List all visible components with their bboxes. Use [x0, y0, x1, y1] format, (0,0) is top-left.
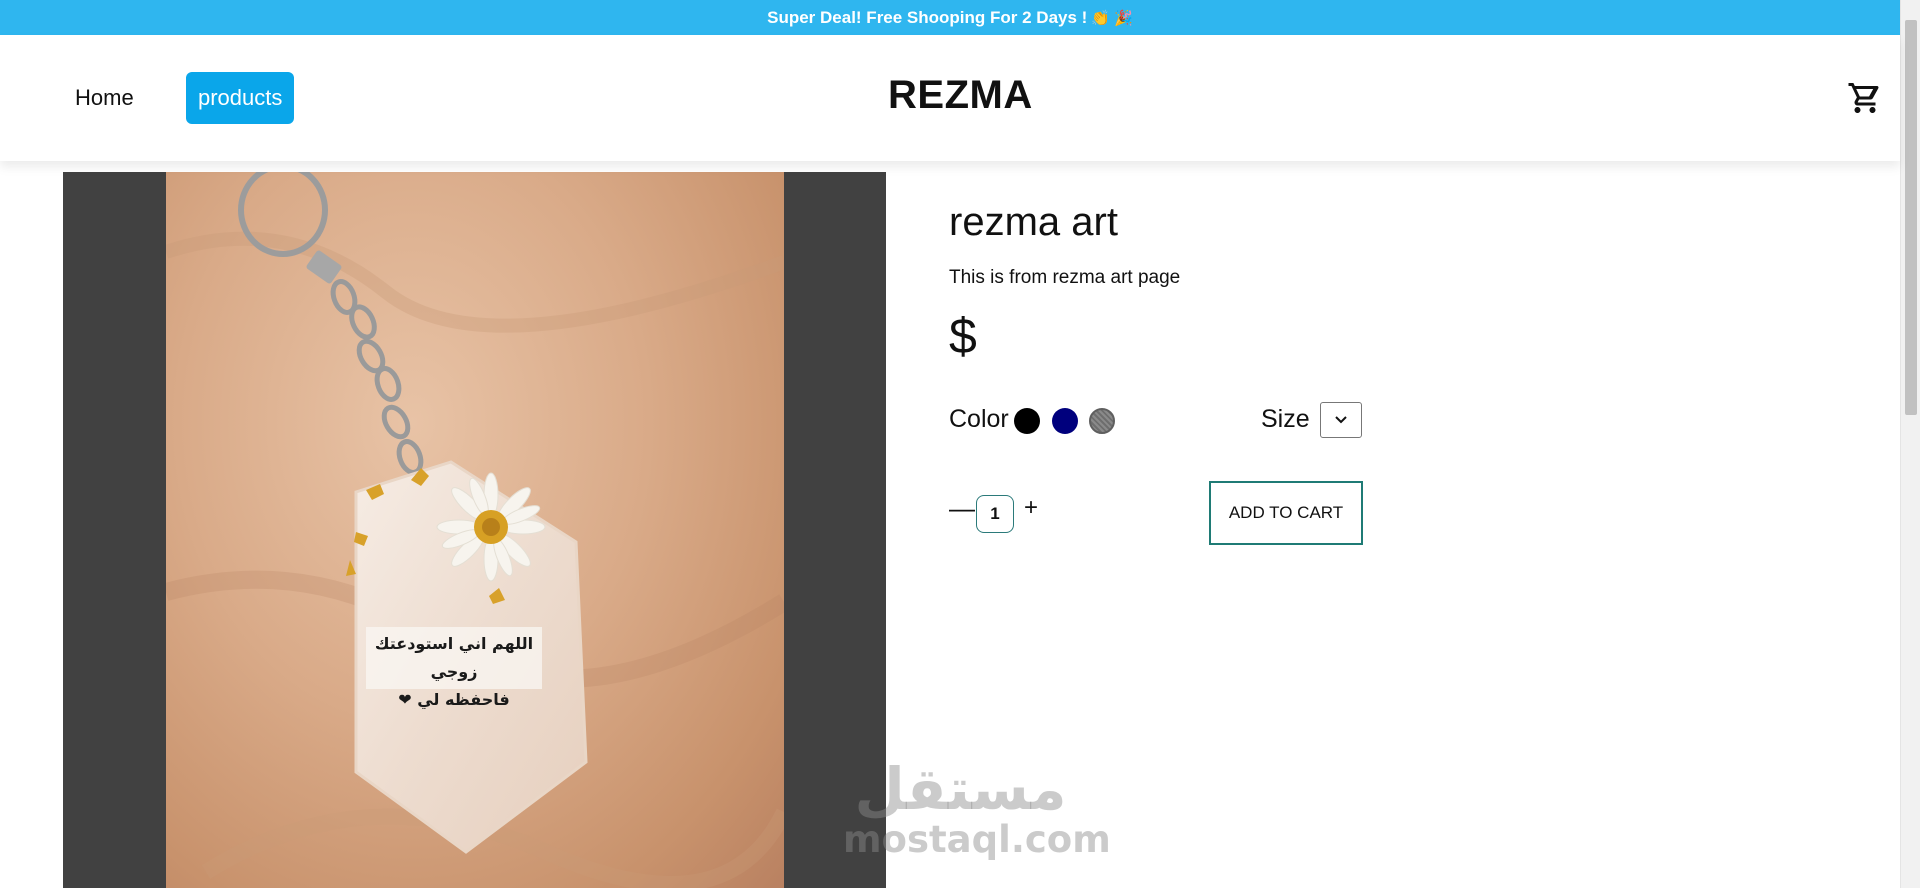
quantity-decrease-button[interactable]: —	[949, 495, 975, 521]
color-swatch-gray[interactable]	[1089, 408, 1115, 434]
product-price: $	[949, 308, 977, 364]
nav-home-link[interactable]: Home	[63, 72, 146, 124]
top-navbar: Home products REZMA	[0, 35, 1900, 161]
scrollbar-thumb[interactable]	[1905, 20, 1917, 415]
cart-row: — 1 + ADD TO CART	[949, 481, 1549, 545]
brand-logo[interactable]: REZMA	[888, 73, 1033, 118]
product-description: This is from rezma art page	[949, 267, 1181, 288]
watermark-arabic: مستقل	[854, 755, 1067, 823]
product-title: rezma art	[949, 200, 1118, 244]
color-label: Color	[949, 405, 1009, 433]
watermark: مستقل mostaql.com	[843, 755, 1111, 861]
product-photo: اللهم اني استودعتك زوجي فاحفظه لي ❤	[166, 172, 784, 888]
options-row: Color Size	[949, 395, 1549, 445]
announcement-emojis: 👏 🎉	[1091, 9, 1133, 27]
add-to-cart-button[interactable]: ADD TO CART	[1209, 481, 1363, 545]
product-details: rezma art This is from rezma art page $ …	[949, 170, 1549, 545]
photo-caption-line1: اللهم اني استودعتك زوجي	[374, 634, 534, 681]
keychain-illustration	[166, 172, 784, 888]
photo-caption-line2: فاحفظه لي ❤	[398, 690, 510, 709]
color-swatch-black[interactable]	[1014, 408, 1040, 434]
announcement-text: Super Deal! Free Shooping For 2 Days !	[767, 7, 1088, 27]
nav-products-link[interactable]: products	[186, 72, 295, 124]
size-select[interactable]	[1320, 402, 1362, 438]
watermark-latin: mostaql.com	[843, 818, 1111, 861]
cart-icon[interactable]	[1847, 80, 1883, 116]
quantity-field[interactable]: 1	[976, 495, 1014, 533]
announcement-bar: Super Deal! Free Shooping For 2 Days ! 👏…	[0, 0, 1900, 35]
product-image-gallery[interactable]: اللهم اني استودعتك زوجي فاحفظه لي ❤	[63, 172, 886, 888]
photo-caption: اللهم اني استودعتك زوجي فاحفظه لي ❤	[366, 630, 542, 709]
color-swatch-navy[interactable]	[1052, 408, 1078, 434]
quantity-increase-button[interactable]: +	[1024, 494, 1038, 521]
page-scrollbar[interactable]	[1900, 0, 1920, 888]
chevron-down-icon	[1335, 416, 1347, 424]
size-label: Size	[1261, 405, 1310, 433]
